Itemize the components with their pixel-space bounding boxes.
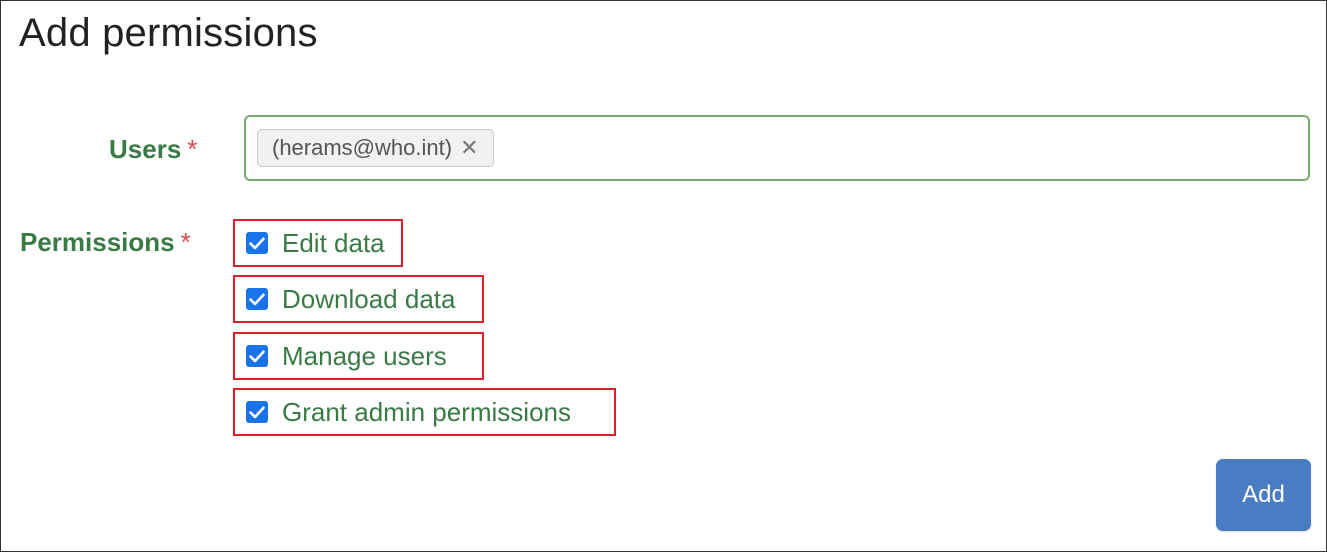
close-icon[interactable]: ✕ bbox=[460, 137, 478, 159]
required-marker: * bbox=[187, 134, 198, 164]
permission-option-manage-users: Manage users bbox=[233, 332, 484, 380]
users-select-input[interactable]: (herams@who.int) ✕ bbox=[244, 115, 1310, 181]
required-marker: * bbox=[180, 227, 191, 257]
permission-option-download-data: Download data bbox=[233, 275, 484, 323]
permission-option-edit-data: Edit data bbox=[233, 219, 403, 267]
users-label: Users * bbox=[109, 134, 197, 165]
users-label-text: Users bbox=[109, 134, 182, 164]
permission-option-grant-admin: Grant admin permissions bbox=[233, 388, 616, 436]
add-button[interactable]: Add bbox=[1216, 459, 1311, 531]
check-icon bbox=[249, 237, 265, 249]
grant-admin-checkbox[interactable] bbox=[246, 401, 268, 423]
download-data-checkbox[interactable] bbox=[246, 288, 268, 310]
edit-data-label[interactable]: Edit data bbox=[282, 228, 385, 259]
page-title: Add permissions bbox=[19, 11, 318, 55]
edit-data-checkbox[interactable] bbox=[246, 232, 268, 254]
check-icon bbox=[249, 293, 265, 305]
permissions-label-text: Permissions bbox=[20, 227, 175, 257]
dialog-frame: Add permissions Users * (herams@who.int) … bbox=[0, 0, 1327, 552]
check-icon bbox=[249, 350, 265, 362]
manage-users-checkbox[interactable] bbox=[246, 345, 268, 367]
permissions-label: Permissions * bbox=[20, 227, 191, 258]
user-tag-text: (herams@who.int) bbox=[272, 135, 453, 160]
manage-users-label[interactable]: Manage users bbox=[282, 341, 447, 372]
grant-admin-label[interactable]: Grant admin permissions bbox=[282, 397, 571, 428]
user-tag: (herams@who.int) ✕ bbox=[257, 129, 494, 167]
download-data-label[interactable]: Download data bbox=[282, 284, 455, 315]
check-icon bbox=[249, 406, 265, 418]
